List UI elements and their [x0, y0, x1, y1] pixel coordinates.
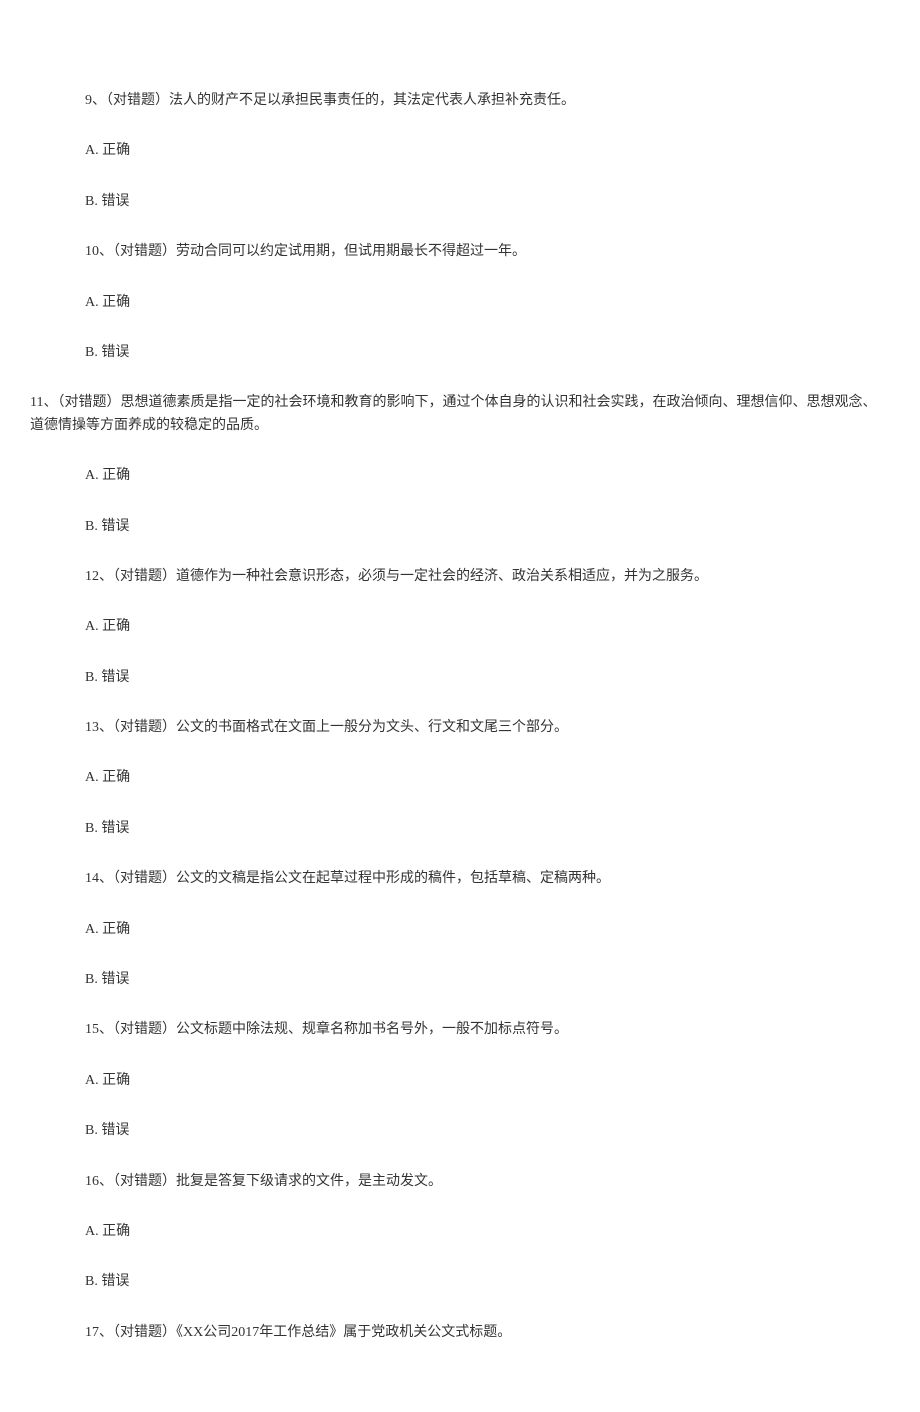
- question-block: 9、（对错题）法人的财产不足以承担民事责任的，其法定代表人承担补充责任。 A. 正…: [30, 90, 890, 213]
- question-type: （对错题）: [57, 395, 120, 410]
- question-block: 13、（对错题）公文的书面格式在文面上一般分为文头、行文和文尾三个部分。 A. 正…: [30, 717, 890, 840]
- option-b: B. 错误: [30, 191, 890, 213]
- option-a: A. 正确: [30, 616, 890, 638]
- question-content: 道德作为一种社会意识形态，必须与一定社会的经济、政治关系相适应，并为之服务。: [176, 569, 708, 584]
- question-content: 公文标题中除法规、规章名称加书名号外，一般不加标点符号。: [176, 1022, 568, 1037]
- question-content: 《XX公司2017年工作总结》属于党政机关公文式标题。: [176, 1325, 511, 1340]
- question-number: 11、: [30, 395, 57, 410]
- question-number: 15、: [85, 1022, 113, 1037]
- question-type: （对错题）: [113, 720, 176, 735]
- question-content: 公文的书面格式在文面上一般分为文头、行文和文尾三个部分。: [176, 720, 568, 735]
- question-type: （对错题）: [106, 93, 169, 108]
- question-block: 15、（对错题）公文标题中除法规、规章名称加书名号外，一般不加标点符号。 A. 正…: [30, 1019, 890, 1142]
- question-text: 12、（对错题）道德作为一种社会意识形态，必须与一定社会的经济、政治关系相适应，…: [30, 566, 890, 588]
- option-b: B. 错误: [30, 1271, 890, 1293]
- option-b: B. 错误: [30, 818, 890, 840]
- question-block: 10、（对错题）劳动合同可以约定试用期，但试用期最长不得超过一年。 A. 正确 B.…: [30, 241, 890, 364]
- option-a: A. 正确: [30, 919, 890, 941]
- question-text: 17、（对错题）《XX公司2017年工作总结》属于党政机关公文式标题。: [30, 1322, 890, 1344]
- option-b: B. 错误: [30, 667, 890, 689]
- option-a: A. 正确: [30, 292, 890, 314]
- question-type: （对错题）: [113, 1325, 176, 1340]
- question-text: 14、（对错题）公文的文稿是指公文在起草过程中形成的稿件，包括草稿、定稿两种。: [30, 868, 890, 890]
- question-content: 批复是答复下级请求的文件，是主动发文。: [176, 1174, 442, 1189]
- question-block: 14、（对错题）公文的文稿是指公文在起草过程中形成的稿件，包括草稿、定稿两种。 A…: [30, 868, 890, 991]
- question-type: （对错题）: [113, 244, 176, 259]
- question-type: （对错题）: [113, 1174, 176, 1189]
- question-number: 16、: [85, 1174, 113, 1189]
- option-b: B. 错误: [30, 342, 890, 364]
- question-content: 思想道德素质是指一定的社会环境和教育的影响下，通过个体自身的认识和社会实践，在政…: [30, 395, 876, 432]
- question-text: 13、（对错题）公文的书面格式在文面上一般分为文头、行文和文尾三个部分。: [30, 717, 890, 739]
- question-type: （对错题）: [113, 1022, 176, 1037]
- option-b: B. 错误: [30, 1120, 890, 1142]
- question-content: 公文的文稿是指公文在起草过程中形成的稿件，包括草稿、定稿两种。: [176, 871, 610, 886]
- question-block: 17、（对错题）《XX公司2017年工作总结》属于党政机关公文式标题。: [30, 1322, 890, 1344]
- option-a: A. 正确: [30, 767, 890, 789]
- question-block: 11、（对错题）思想道德素质是指一定的社会环境和教育的影响下，通过个体自身的认识…: [30, 392, 890, 538]
- option-b: B. 错误: [30, 516, 890, 538]
- option-a: A. 正确: [30, 1070, 890, 1092]
- question-number: 12、: [85, 569, 113, 584]
- question-text: 15、（对错题）公文标题中除法规、规章名称加书名号外，一般不加标点符号。: [30, 1019, 890, 1041]
- option-a: A. 正确: [30, 1221, 890, 1243]
- question-block: 16、（对错题）批复是答复下级请求的文件，是主动发文。 A. 正确 B. 错误: [30, 1171, 890, 1294]
- question-number: 14、: [85, 871, 113, 886]
- question-type: （对错题）: [113, 871, 176, 886]
- option-a: A. 正确: [30, 465, 890, 487]
- question-number: 9、: [85, 93, 106, 108]
- question-number: 17、: [85, 1325, 113, 1340]
- question-number: 10、: [85, 244, 113, 259]
- question-text: 9、（对错题）法人的财产不足以承担民事责任的，其法定代表人承担补充责任。: [30, 90, 890, 112]
- question-text: 11、（对错题）思想道德素质是指一定的社会环境和教育的影响下，通过个体自身的认识…: [30, 392, 890, 437]
- question-text: 10、（对错题）劳动合同可以约定试用期，但试用期最长不得超过一年。: [30, 241, 890, 263]
- question-content: 劳动合同可以约定试用期，但试用期最长不得超过一年。: [176, 244, 526, 259]
- question-content: 法人的财产不足以承担民事责任的，其法定代表人承担补充责任。: [169, 93, 575, 108]
- option-b: B. 错误: [30, 969, 890, 991]
- question-block: 12、（对错题）道德作为一种社会意识形态，必须与一定社会的经济、政治关系相适应，…: [30, 566, 890, 689]
- question-number: 13、: [85, 720, 113, 735]
- question-type: （对错题）: [113, 569, 176, 584]
- option-a: A. 正确: [30, 140, 890, 162]
- question-text: 16、（对错题）批复是答复下级请求的文件，是主动发文。: [30, 1171, 890, 1193]
